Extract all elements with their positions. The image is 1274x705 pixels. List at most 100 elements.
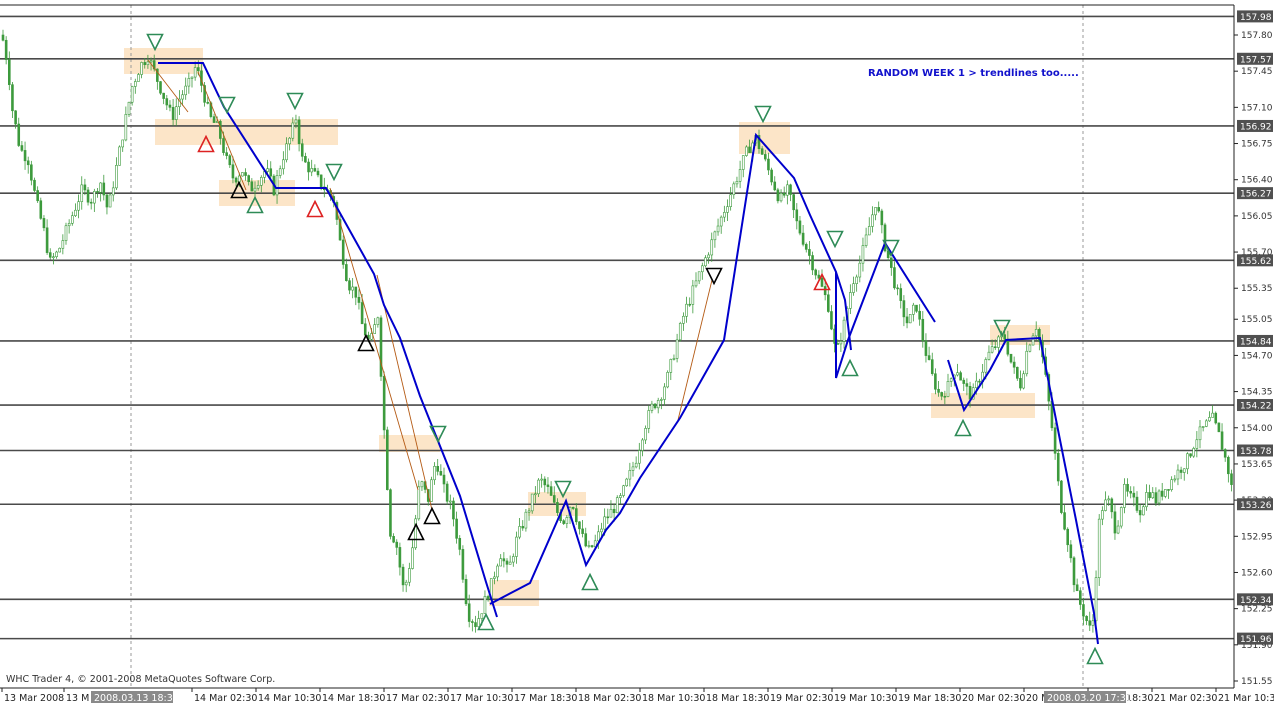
candle-body [300,143,304,157]
y-tick-label: 154.00 [1241,424,1273,434]
candle-body [940,392,944,397]
candle-body [461,549,465,580]
candle-body [1019,378,1022,389]
candle-body [171,107,175,120]
candle-body [656,400,660,409]
candle-body [628,470,632,480]
candle-body [962,379,966,384]
candle-body [480,613,484,619]
candle-body [1129,490,1132,494]
candle-body [726,206,729,213]
candle-body [341,239,345,265]
candle-body [1053,427,1057,454]
candle-body [4,39,8,60]
x-tick-label: 18 Mar 10:30 [642,693,705,704]
candle-body [990,346,994,353]
candle-body [48,252,52,258]
candle-body [93,191,96,204]
candle-body [574,508,578,523]
candle-body [921,318,925,342]
candle-body [571,506,575,509]
candle-body [36,190,39,202]
candle-body [842,319,846,342]
candle-body [723,212,726,218]
candle-body [956,372,959,376]
candle-body [392,536,395,543]
candle-body [1031,335,1035,346]
candle-body [266,168,269,172]
candle-body [77,201,80,211]
candle-body [666,372,669,388]
candle-body [524,511,528,529]
candle-body [259,177,263,186]
candle-body [1167,489,1170,491]
candle-body [864,234,868,246]
candle-body [212,116,216,123]
candle-body [1214,412,1218,424]
candle-body [1186,453,1189,470]
x-tick-label: 19 Mar 18:30 [898,693,961,704]
candle-body [398,547,402,568]
candle-body [858,262,862,278]
candle-body [530,493,534,512]
candle-body [1012,361,1016,368]
buy-signal-triangle [954,418,972,437]
y-tick-label: 156.75 [1241,140,1273,150]
candle-body [174,106,178,120]
candle-body [660,399,663,401]
candle-body [1157,490,1161,504]
x-tick-label: 14 Mar 18:30 [322,693,385,704]
candle-body [193,67,197,78]
y-tick-label: 157.80 [1241,31,1273,41]
candle-body [760,148,764,155]
candle-body [1091,620,1095,626]
candle-body [889,257,893,268]
candle-body [823,286,827,296]
candle-body [108,194,112,208]
sell-signal-triangle [705,267,723,286]
candle-body [663,386,666,400]
candle-body [836,343,840,345]
candle-body [741,155,745,170]
candle-body [552,495,556,503]
candle-body [1003,334,1007,340]
candle-body [1063,512,1066,530]
candle-body [1195,439,1199,449]
candle-body [313,168,317,172]
candle-body [1132,492,1136,498]
candle-body [811,255,814,271]
candle-body [893,267,896,289]
candle-body [499,558,503,567]
candle-body [1126,483,1129,492]
zone-box [489,580,539,606]
candle-body [694,280,698,287]
candle-body [710,239,714,256]
candle-body [442,474,446,485]
candle-body [565,517,569,524]
candle-body [1201,426,1205,428]
candle-body [902,300,906,318]
candle-body [1025,350,1029,375]
candle-body [511,556,515,563]
candle-body [719,216,723,227]
candle-body [486,596,490,600]
candle-body [1179,469,1183,473]
candle-body [417,486,421,520]
candle-body [615,497,619,514]
candle-body [1192,448,1195,457]
candle-body [1227,456,1230,475]
candle-body [1170,479,1173,491]
candle-body [74,209,77,217]
buy-signal-triangle [581,572,599,591]
candle-body [549,486,553,496]
candle-body [1104,499,1107,511]
candle-body [767,158,770,171]
candle-body [650,403,654,411]
zone-box [124,48,203,74]
candle-body [606,516,610,519]
candle-body [1079,590,1082,605]
x-tick-label: 18 Mar 02:30 [578,693,641,704]
buy-signal-triangle [841,358,859,377]
candle-body [1072,557,1076,586]
candle-body [20,145,24,151]
